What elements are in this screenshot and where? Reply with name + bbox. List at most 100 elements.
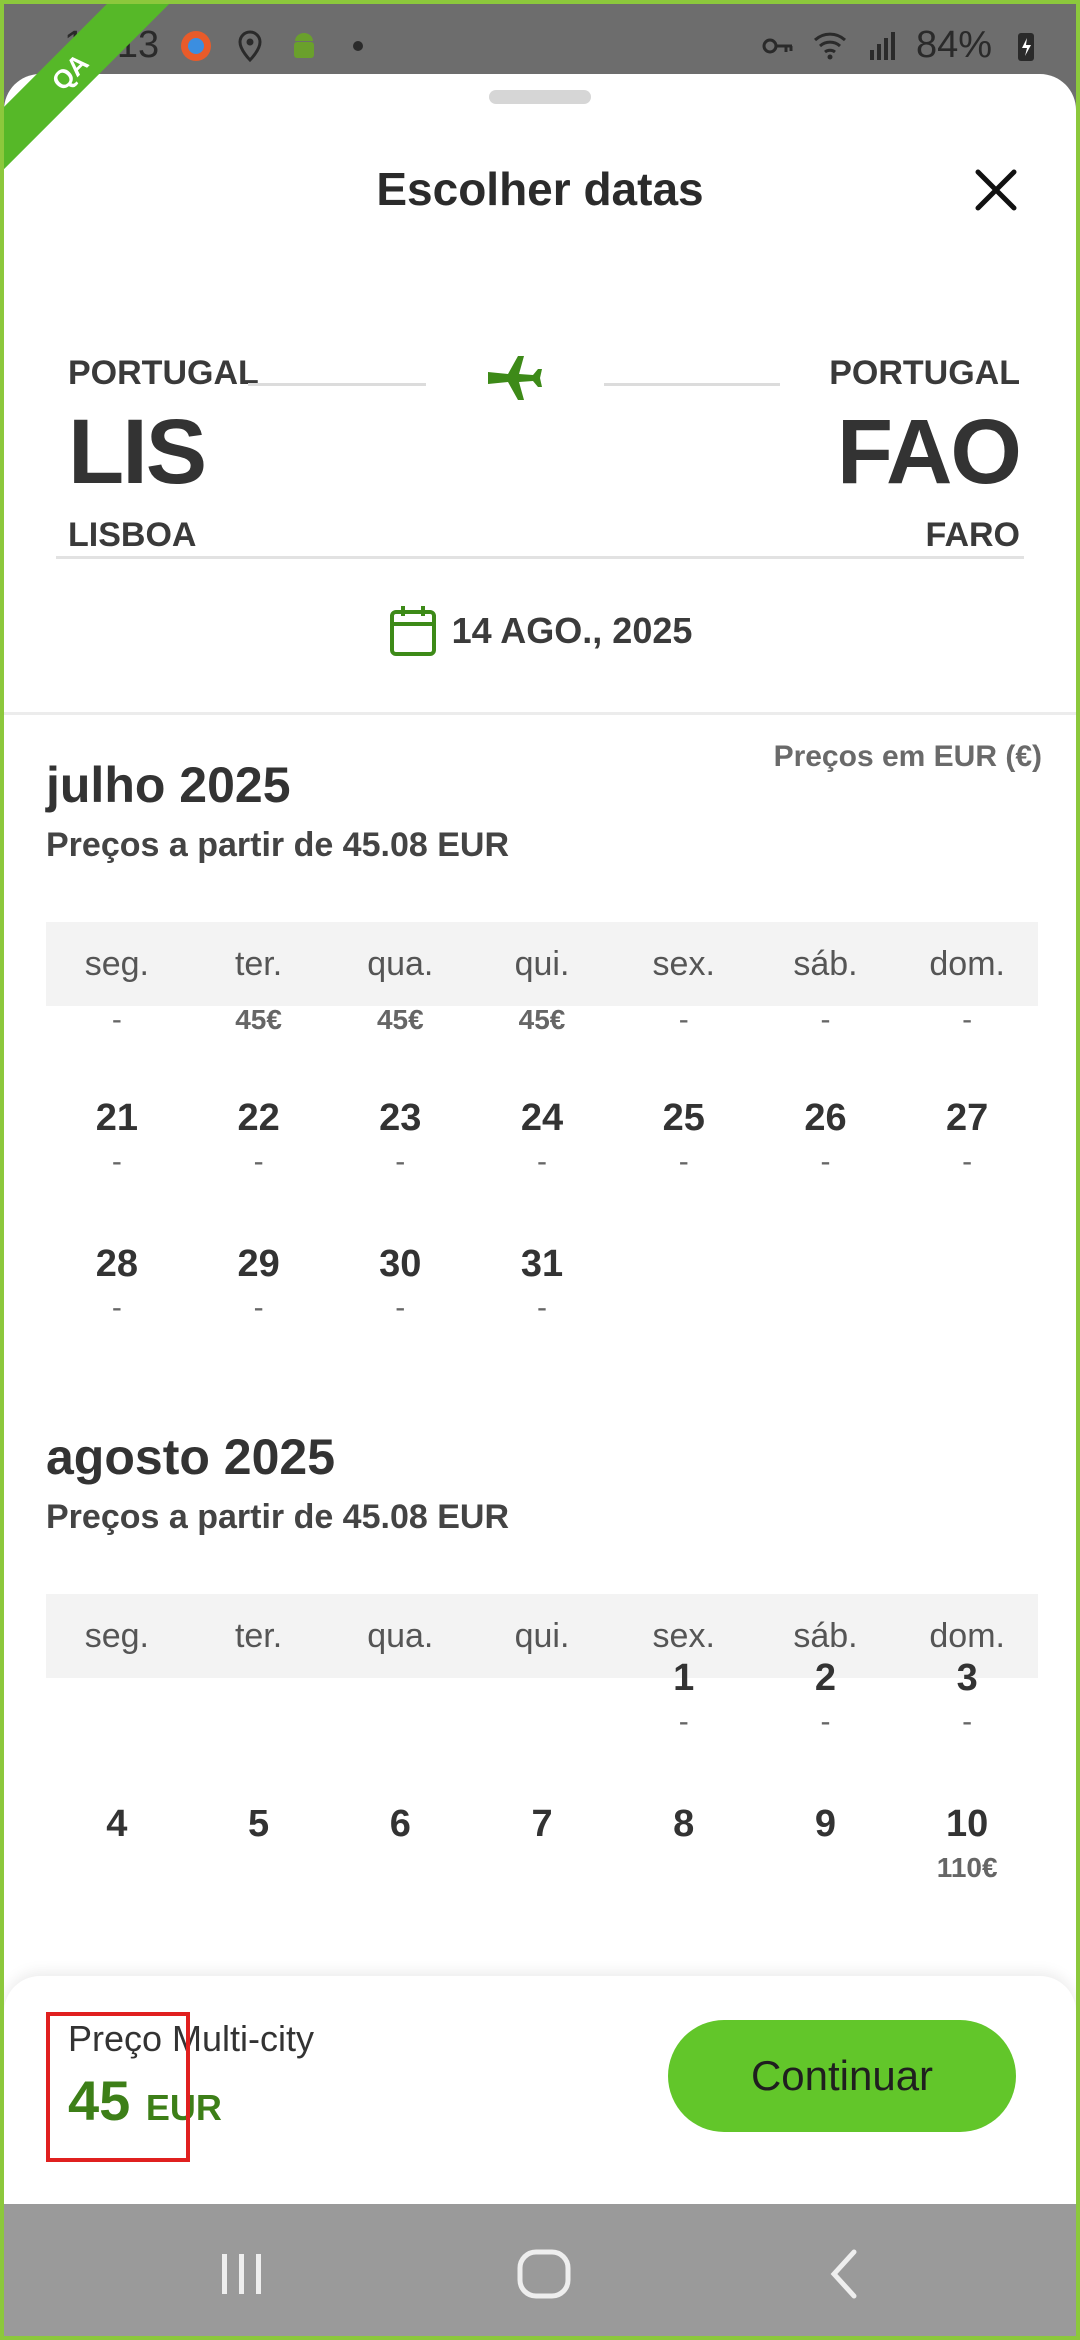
calendar-day-cell[interactable]: 24 - <box>471 1094 613 1182</box>
calendar-day-cell[interactable]: 5 <box>188 1800 330 1888</box>
calendar-day-cell[interactable]: 6 <box>329 1800 471 1888</box>
recent-apps-icon[interactable] <box>212 2244 272 2304</box>
calendar-day-cell: 45€ <box>329 1000 471 1040</box>
calendar-day-price: - <box>253 1145 264 1178</box>
calendar-day-cell[interactable]: 4 <box>46 1800 188 1888</box>
calendar-day-price: - <box>111 1145 122 1178</box>
route-line-left <box>248 383 426 386</box>
calendar-day-cell[interactable]: 9 <box>755 1800 897 1888</box>
calendar-day-cell <box>329 1654 471 1742</box>
origin-code: LIS <box>68 401 207 503</box>
battery-charging-icon <box>1018 32 1034 61</box>
calendar-day-price: - <box>820 1145 831 1178</box>
origin-country: PORTUGAL <box>68 354 259 392</box>
calendar-day-cell[interactable]: 26 - <box>755 1094 897 1182</box>
weekday-label: seg. <box>84 945 149 983</box>
weekday-label: sáb. <box>793 945 858 983</box>
calendar-day-number <box>188 1654 330 1702</box>
calendar-week-row: 28 - 29 - 30 - 31 - <box>46 1240 1038 1328</box>
close-icon[interactable] <box>968 162 1024 218</box>
calendar-day-cell[interactable]: 3- <box>896 1654 1038 1742</box>
calendar-day-cell[interactable]: 7 <box>471 1800 613 1888</box>
sheet-title: Escolher datas <box>376 163 704 215</box>
calendar-day-number: 31 <box>520 1243 564 1285</box>
calendar-day-number: 10 <box>946 1803 989 1845</box>
calendar-day-cell[interactable]: 10 110€ <box>896 1800 1038 1888</box>
calendar-day-price: 45€ <box>376 1004 424 1035</box>
continue-button[interactable]: Continuar <box>668 2020 1016 2132</box>
system-nav-bar <box>0 2204 1080 2340</box>
calendar-day-cell: 45€ <box>188 1000 330 1040</box>
calendar-day-price: 45€ <box>235 1004 282 1035</box>
highlight-box <box>46 2012 190 2162</box>
weekday-label: qua. <box>367 945 434 983</box>
notification-dot-icon <box>353 41 363 51</box>
calendar-day-cell[interactable]: 30 - <box>329 1240 471 1328</box>
wifi-icon <box>813 32 846 59</box>
selected-date: 14 AGO., 2025 <box>451 610 693 651</box>
calendar-day-cell[interactable]: 23 - <box>329 1094 471 1182</box>
calendar-day-number <box>329 1654 471 1702</box>
calendar-day-cell[interactable]: 1- <box>613 1654 755 1742</box>
home-icon[interactable] <box>514 2244 574 2304</box>
destination-country: PORTUGAL <box>829 354 1020 392</box>
calendar-day-number <box>755 1240 897 1288</box>
calendar-day-price <box>471 1848 613 1888</box>
calendar-day-cell[interactable]: 28 - <box>46 1240 188 1328</box>
calendar-day-cell[interactable]: 8 <box>613 1800 755 1888</box>
weekday-label: dom. <box>929 945 1005 983</box>
calendar-day-number: 23 <box>379 1097 422 1139</box>
calendar-day-price: - <box>253 1291 264 1324</box>
calendar-day-price: - <box>820 1705 831 1738</box>
back-icon[interactable] <box>816 2244 876 2304</box>
calendar-day-cell[interactable]: 27 - <box>896 1094 1038 1182</box>
route-summary: PORTUGAL LIS LISBOA PORTUGAL FAO FARO <box>4 274 1076 594</box>
calendar-day-price: - <box>111 1003 122 1036</box>
calendar-day-number: 5 <box>248 1803 270 1845</box>
calendar-day-cell <box>471 1654 613 1742</box>
weekday-label: ter. <box>234 945 283 983</box>
calendar-day-cell: - <box>755 1000 897 1040</box>
calendar-day-price: - <box>537 1291 548 1324</box>
calendar-day-price: - <box>678 1705 689 1738</box>
calendar-day-cell: - <box>613 1000 755 1040</box>
calendar-day-number <box>613 1240 755 1288</box>
calendar-day-price: 110€ <box>936 1852 998 1883</box>
calendar-day-price: - <box>395 1145 406 1178</box>
route-line-right <box>604 383 780 386</box>
airplane-icon <box>488 356 542 400</box>
calendar-day-number: 21 <box>95 1097 138 1139</box>
calendar-day-cell[interactable]: 25 - <box>613 1094 755 1182</box>
weekday-label: qui. <box>514 945 570 983</box>
calendar-day-cell <box>613 1240 755 1328</box>
calendar-day-number: 7 <box>531 1803 553 1845</box>
calendar-day-price <box>329 1848 471 1888</box>
calendar-day-cell[interactable]: 31 - <box>471 1240 613 1328</box>
month-title: julho 2025 <box>46 757 291 813</box>
calendar-day-cell[interactable]: 21 - <box>46 1094 188 1182</box>
destination-code: FAO <box>836 401 1022 503</box>
android-icon <box>294 33 314 58</box>
calendar-day-price: - <box>395 1291 406 1324</box>
calendar-day-price <box>46 1848 188 1888</box>
divider <box>4 712 1076 715</box>
calendar-day-cell[interactable]: 29 - <box>188 1240 330 1328</box>
selected-date-row[interactable]: 14 AGO., 2025 <box>4 604 1076 658</box>
calendar-day-cell[interactable]: 22 - <box>188 1094 330 1182</box>
calendar-day-number <box>46 1654 188 1702</box>
calendar-day-number: 9 <box>814 1803 837 1845</box>
calendar-day-price <box>188 1848 330 1888</box>
calendar-icon <box>389 606 436 656</box>
calendar-day-price: 45€ <box>518 1004 566 1035</box>
month-min-price: Preços a partir de 45.08 EUR <box>46 1498 510 1536</box>
calendar-day-cell[interactable]: 2- <box>755 1654 897 1742</box>
divider <box>56 556 1024 559</box>
calendar-week-row: - 45€ 45€ 45€ - - - <box>46 1000 1038 1040</box>
calendar-week-row: 21 - 22 - 23 - 24 - 25 - 26 - 27 - <box>46 1094 1038 1182</box>
sheet-drag-handle[interactable] <box>489 90 591 104</box>
calendar-day-cell: - <box>896 1000 1038 1040</box>
weekday-label: sex. <box>652 945 715 983</box>
calendar-day-price <box>329 1702 471 1742</box>
calendar-day-price: - <box>678 1145 689 1178</box>
destination-city: FARO <box>925 516 1020 554</box>
